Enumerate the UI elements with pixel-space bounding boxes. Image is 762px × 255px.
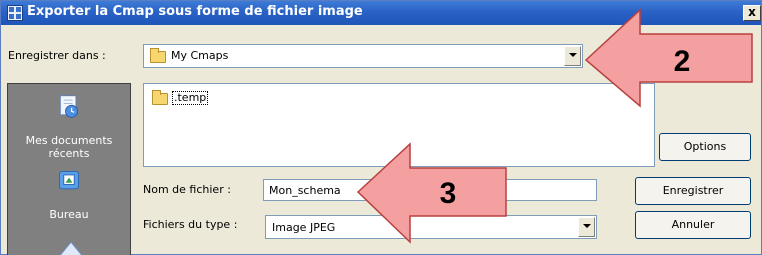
callout-overlay: 2 3 (356, 8, 753, 244)
callout-number-3: 3 (440, 177, 457, 210)
callout-arrow-3: 3 (356, 142, 507, 244)
callout-arrow-2: 2 (584, 8, 753, 108)
callout-number-2: 2 (674, 45, 691, 78)
